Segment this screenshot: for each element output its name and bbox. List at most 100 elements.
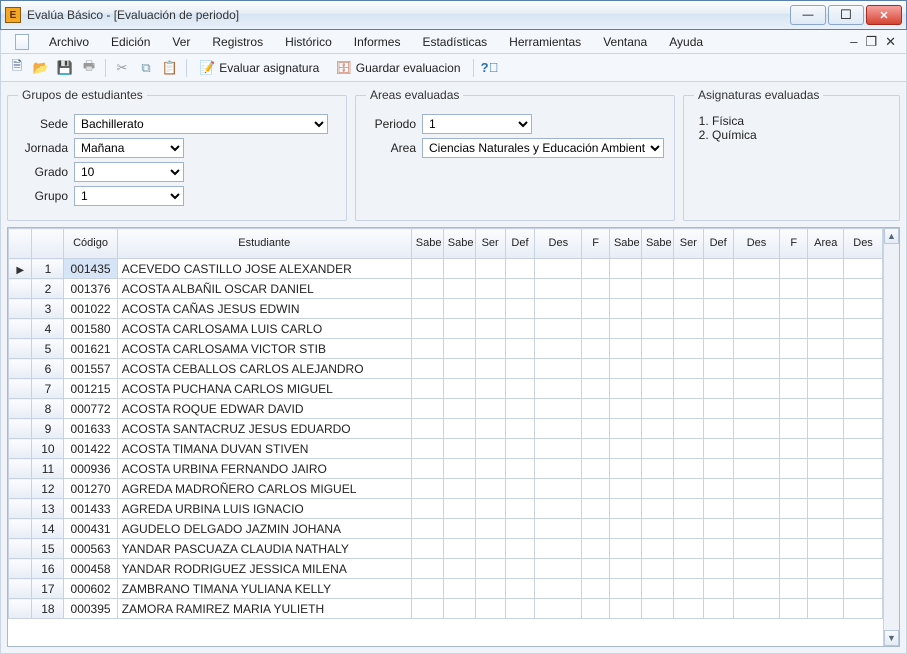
cell-estudiante[interactable]: AGREDA MADROÑERO CARLOS MIGUEL [117,479,411,499]
cell-codigo[interactable]: 000395 [64,599,117,619]
cell-empty[interactable] [582,479,610,499]
students-grid[interactable]: Código Estudiante Sabe Sabe hace Ser Def… [8,228,883,619]
row-number[interactable]: 6 [32,359,64,379]
table-row[interactable]: 8000772ACOSTA ROQUE EDWAR DAVID [9,399,884,419]
cell-empty[interactable] [733,419,780,439]
cell-estudiante[interactable]: ZAMORA RAMIREZ MARIA YULIETH [117,599,411,619]
cell-estudiante[interactable]: ACOSTA TIMANA DUVAN STIVEN [117,439,411,459]
cell-empty[interactable] [475,319,505,339]
cell-empty[interactable] [733,299,780,319]
mdi-minimize-icon[interactable]: – [850,34,857,50]
cell-empty[interactable] [808,519,844,539]
cell-empty[interactable] [475,439,505,459]
cell-empty[interactable] [505,439,535,459]
col-saber-hacer[interactable]: Sabe hace [443,229,475,259]
cell-empty[interactable] [443,319,475,339]
cell-empty[interactable] [505,319,535,339]
area-select[interactable]: Ciencias Naturales y Educación Ambiental [422,138,664,158]
scroll-down-icon[interactable]: ▼ [884,630,899,646]
row-number[interactable]: 11 [32,459,64,479]
table-row[interactable]: 17000602ZAMBRANO TIMANA YULIANA KELLY [9,579,884,599]
cell-empty[interactable] [609,279,641,299]
cell-empty[interactable] [844,539,882,559]
cell-empty[interactable] [475,479,505,499]
cell-empty[interactable] [733,379,780,399]
cell-empty[interactable] [443,499,475,519]
cell-empty[interactable] [808,579,844,599]
table-row[interactable]: 5001621ACOSTA CARLOSAMA VICTOR STIB [9,339,884,359]
table-row[interactable]: 1001435ACEVEDO CASTILLO JOSE ALEXANDER [9,259,884,279]
cell-empty[interactable] [535,519,582,539]
col-f-2[interactable]: F [780,229,808,259]
cell-empty[interactable] [582,359,610,379]
cell-empty[interactable] [673,439,703,459]
row-indicator[interactable] [9,479,32,499]
row-indicator[interactable] [9,419,32,439]
cell-codigo[interactable]: 001633 [64,419,117,439]
cell-empty[interactable] [733,579,780,599]
row-number[interactable]: 15 [32,539,64,559]
col-def-2[interactable]: Def [703,229,733,259]
cell-empty[interactable] [844,359,882,379]
cell-empty[interactable] [673,299,703,319]
cell-empty[interactable] [844,279,882,299]
cell-codigo[interactable]: 001621 [64,339,117,359]
cell-empty[interactable] [733,539,780,559]
periodo-select[interactable]: 1 [422,114,532,134]
sede-select[interactable]: Bachillerato [74,114,328,134]
cell-empty[interactable] [443,539,475,559]
table-row[interactable]: 12001270AGREDA MADROÑERO CARLOS MIGUEL [9,479,884,499]
cell-empty[interactable] [535,419,582,439]
cell-empty[interactable] [443,599,475,619]
cell-empty[interactable] [703,579,733,599]
cell-codigo[interactable]: 000458 [64,559,117,579]
cell-empty[interactable] [641,599,673,619]
cell-empty[interactable] [582,499,610,519]
cell-empty[interactable] [609,559,641,579]
cell-empty[interactable] [582,459,610,479]
cell-empty[interactable] [780,359,808,379]
cell-empty[interactable] [505,519,535,539]
menu-ayuda[interactable]: Ayuda [661,33,711,51]
cell-empty[interactable] [609,439,641,459]
cell-empty[interactable] [411,499,443,519]
table-row[interactable]: 7001215ACOSTA PUCHANA CARLOS MIGUEL [9,379,884,399]
cell-empty[interactable] [844,499,882,519]
cell-empty[interactable] [673,539,703,559]
cell-empty[interactable] [411,479,443,499]
cell-empty[interactable] [609,299,641,319]
cell-empty[interactable] [641,579,673,599]
cell-empty[interactable] [411,559,443,579]
help-icon[interactable]: ?⃝ [480,58,500,78]
cell-empty[interactable] [808,459,844,479]
cell-empty[interactable] [673,359,703,379]
cell-empty[interactable] [641,419,673,439]
cell-codigo[interactable]: 000772 [64,399,117,419]
cell-empty[interactable] [703,339,733,359]
cell-empty[interactable] [609,419,641,439]
table-row[interactable]: 15000563YANDAR PASCUAZA CLAUDIA NATHALY [9,539,884,559]
cell-empty[interactable] [703,479,733,499]
cell-empty[interactable] [673,419,703,439]
cell-empty[interactable] [411,539,443,559]
cell-empty[interactable] [844,379,882,399]
cell-empty[interactable] [535,579,582,599]
cell-empty[interactable] [443,479,475,499]
row-indicator[interactable] [9,539,32,559]
cell-empty[interactable] [609,519,641,539]
save-icon[interactable]: 💾 [55,58,75,78]
cell-empty[interactable] [703,439,733,459]
cell-empty[interactable] [733,499,780,519]
row-number[interactable]: 4 [32,319,64,339]
cell-codigo[interactable]: 001422 [64,439,117,459]
cell-empty[interactable] [535,259,582,279]
cell-estudiante[interactable]: ACOSTA SANTACRUZ JESUS EDUARDO [117,419,411,439]
cell-empty[interactable] [733,279,780,299]
cell-empty[interactable] [475,379,505,399]
cell-empty[interactable] [582,259,610,279]
table-row[interactable]: 10001422ACOSTA TIMANA DUVAN STIVEN [9,439,884,459]
cell-empty[interactable] [733,399,780,419]
menu-archivo[interactable]: Archivo [41,33,97,51]
cell-empty[interactable] [780,299,808,319]
cell-empty[interactable] [673,279,703,299]
